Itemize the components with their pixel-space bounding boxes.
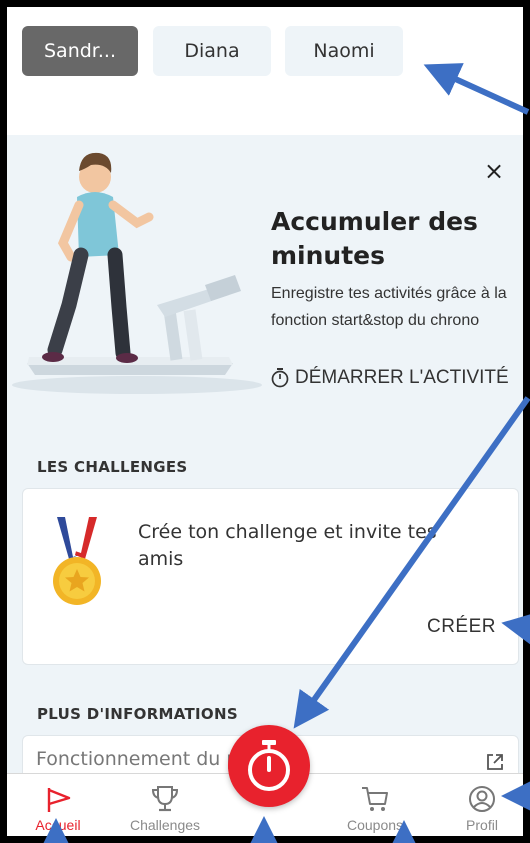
challenges-section-title: LES CHALLENGES (37, 458, 188, 476)
start-activity-label: DÉMARRER L'ACTIVITÉ (295, 367, 509, 388)
nav-profile-label: Profil (466, 817, 498, 833)
info-section-title: PLUS D'INFORMATIONS (37, 705, 238, 723)
profile-chip-diana[interactable]: Diana (153, 26, 271, 76)
nav-home-label: Accueil (35, 817, 81, 833)
profile-chip-sandra[interactable]: Sandr... (22, 26, 138, 76)
flag-icon (47, 788, 71, 812)
nav-profile[interactable]: Profil (447, 774, 517, 836)
promo-description: Enregistre tes activités grâce à la fonc… (271, 285, 507, 329)
treadmill-illustration (12, 152, 262, 394)
profile-chip-bar: Sandr... Diana Naomi (7, 7, 523, 135)
trophy-icon (151, 786, 179, 812)
promo-card: × Accumuler des minutes Enregistre tes a… (7, 135, 523, 425)
nav-coupons-label: Coupons (346, 817, 404, 833)
app-screen: Sandr... Diana Naomi × Accumuler des min… (7, 7, 523, 836)
nav-challenges-label: Challenges (129, 817, 201, 833)
home-content[interactable]: × Accumuler des minutes Enregistre tes a… (7, 135, 523, 775)
close-icon[interactable]: × (480, 157, 508, 185)
cart-icon (362, 787, 388, 811)
stopwatch-icon (271, 368, 289, 388)
nav-challenges[interactable]: Challenges (115, 774, 215, 836)
medal-icon (53, 517, 101, 605)
create-challenge-card[interactable]: Crée ton challenge et invite tes amis CR… (22, 488, 519, 665)
start-timer-button[interactable] (228, 725, 310, 807)
start-activity-button[interactable]: DÉMARRER L'ACTIVITÉ (271, 363, 521, 393)
user-icon (469, 786, 495, 812)
promo-title: Accumuler des minutes (271, 207, 478, 270)
nav-coupons[interactable]: Coupons (330, 774, 420, 836)
challenge-card-text: Crée ton challenge et invite tes amis (138, 521, 437, 570)
nav-home[interactable]: Accueil (23, 774, 93, 836)
create-challenge-button[interactable]: CRÉER (427, 616, 496, 646)
profile-chip-naomi[interactable]: Naomi (285, 26, 403, 76)
external-link-icon (487, 754, 503, 770)
stopwatch-icon (248, 740, 290, 791)
